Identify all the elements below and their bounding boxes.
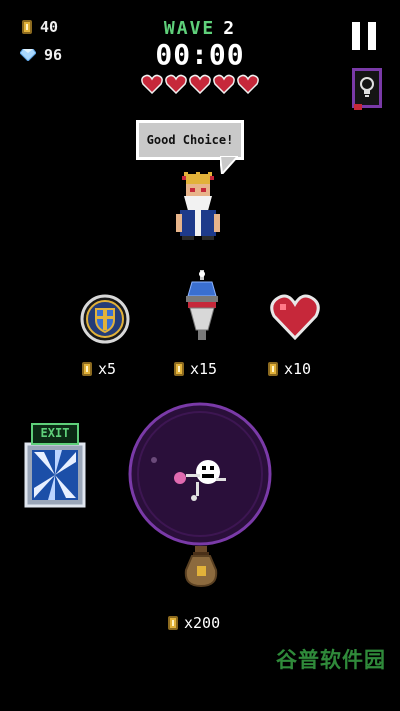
wave-label: WAVE <box>163 18 216 39</box>
coin-icon <box>82 362 92 376</box>
summon-portal[interactable] <box>128 402 272 546</box>
pause-bar-icon <box>368 22 376 50</box>
bag-price-value: x200 <box>184 614 221 632</box>
wizard-merchant <box>176 172 220 240</box>
heart-icon <box>189 74 211 94</box>
coin-counter: 40 <box>22 18 58 36</box>
shield-price: x5 <box>82 360 116 378</box>
watermark-text: 谷普软件园 <box>276 648 386 672</box>
coin-icon <box>168 616 178 630</box>
pause-bar-icon <box>352 22 360 50</box>
wave-number: 2 <box>223 18 237 39</box>
heart-icon <box>141 74 163 94</box>
heart-icon <box>237 74 259 94</box>
coin-icon <box>22 20 32 34</box>
gem-count: 96 <box>44 46 63 64</box>
wave-indicator: WAVE 2 <box>140 18 260 39</box>
coin-icon <box>268 362 278 376</box>
heart-price-value: x10 <box>284 360 312 378</box>
gem-counter: 96 <box>20 46 62 64</box>
speech-text: Good Choice! <box>146 133 234 147</box>
bag-price: x200 <box>168 614 220 632</box>
diamond-icon <box>20 49 36 61</box>
wave-timer: 00:00 <box>155 38 245 71</box>
pause-button[interactable] <box>350 22 378 52</box>
heart-icon <box>165 74 187 94</box>
coin-icon <box>174 362 184 376</box>
shield-price-value: x5 <box>98 360 117 378</box>
heart-icon <box>213 74 235 94</box>
heart-price: x10 <box>268 360 311 378</box>
exit-label: EXIT <box>40 426 70 440</box>
money-bag-item[interactable] <box>184 546 218 588</box>
speech-bubble: Good Choice! <box>136 120 244 160</box>
lightbulb-icon <box>360 77 374 97</box>
coin-count: 40 <box>40 18 59 36</box>
shield-badge-item[interactable] <box>80 294 130 344</box>
heart-item[interactable] <box>270 294 320 340</box>
wave-title: WAVE 2 <box>140 18 260 39</box>
hint-ribbon <box>354 104 362 110</box>
lives-hearts <box>140 74 260 94</box>
tower-price-value: x15 <box>190 360 218 378</box>
tower-price: x15 <box>174 360 217 378</box>
hint-book-button[interactable] <box>352 68 382 108</box>
tower-turret-item[interactable] <box>182 270 222 342</box>
exit-door[interactable]: EXIT <box>24 422 86 508</box>
